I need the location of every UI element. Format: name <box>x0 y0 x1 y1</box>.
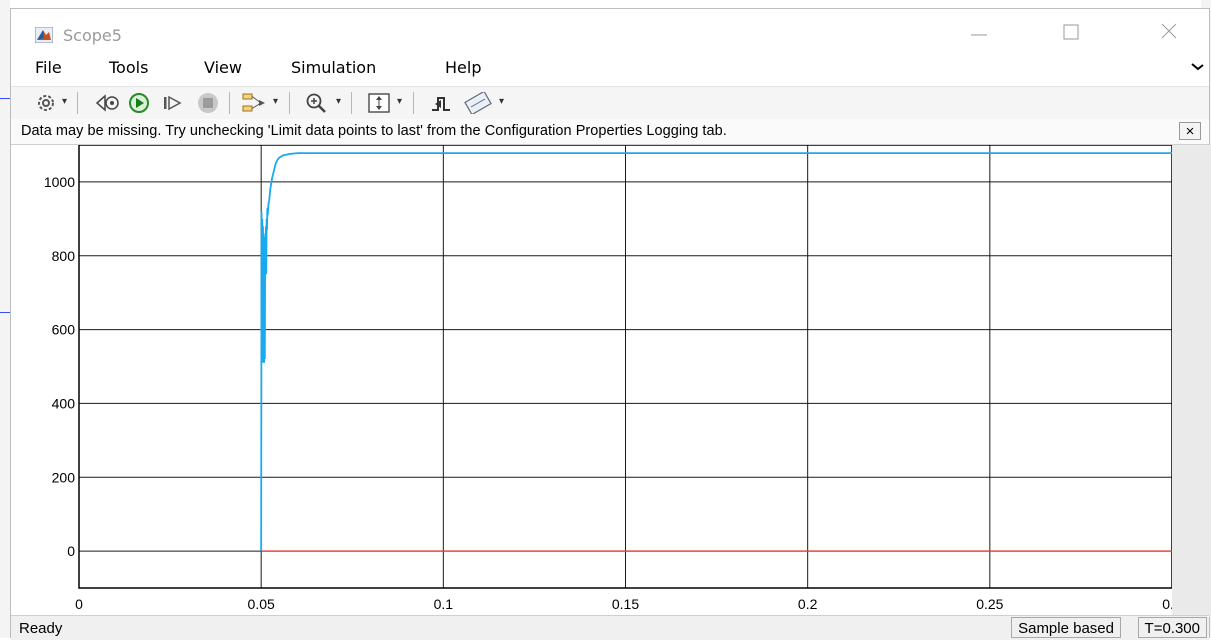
y-tick-label: 400 <box>52 395 76 411</box>
scope-window: Scope5 File Tools View Simulation Help ▾ <box>10 8 1211 640</box>
zoom-dropdown-caret[interactable]: ▾ <box>336 96 341 107</box>
warning-close-button[interactable]: × <box>1179 122 1201 140</box>
background-wire <box>0 312 10 313</box>
status-time: T=0.300 <box>1137 617 1207 638</box>
maximize-button[interactable] <box>1051 19 1091 45</box>
y-tick-label: 200 <box>52 469 76 485</box>
signal-select-icon[interactable] <box>241 92 267 114</box>
settings-dropdown-caret[interactable]: ▾ <box>62 96 67 107</box>
close-window-button[interactable] <box>1149 19 1189 45</box>
step-forward-icon[interactable] <box>161 92 185 114</box>
menu-overflow-arrow-icon[interactable] <box>1191 62 1205 72</box>
menu-bar: File Tools View Simulation Help <box>11 54 1209 82</box>
y-tick-label: 0 <box>67 543 75 559</box>
window-title: Scope5 <box>63 26 122 45</box>
background-edge-left <box>0 0 10 638</box>
toolbar-separator <box>413 92 414 114</box>
warning-bar: Data may be missing. Try unchecking 'Lim… <box>11 119 1209 145</box>
minimize-button[interactable] <box>959 19 999 45</box>
toolbar-separator <box>289 92 290 114</box>
x-tick-label: 0.25 <box>976 596 1003 612</box>
y-tick-label: 600 <box>52 322 76 338</box>
x-tick-label: 0.2 <box>798 596 818 612</box>
status-ready: Ready <box>19 620 63 637</box>
scope-plot[interactable]: 0200400600800100000.050.10.150.20.250.3 <box>11 145 1211 617</box>
run-icon[interactable] <box>127 92 151 114</box>
title-bar: Scope5 <box>11 9 1209 49</box>
menu-help[interactable]: Help <box>445 58 481 77</box>
menu-file[interactable]: File <box>35 58 62 77</box>
background-wire <box>0 98 10 99</box>
y-tick-label: 1000 <box>44 174 75 190</box>
toolbar: ▾ ▾ ▾ ▾ ▾ <box>11 86 1209 120</box>
matlab-logo-icon <box>35 27 53 43</box>
toolbar-separator <box>77 92 78 114</box>
autoscale-icon[interactable] <box>367 92 391 114</box>
measurement-icon[interactable] <box>463 92 493 114</box>
status-bar: Ready Sample based T=0.300 <box>11 615 1209 640</box>
x-tick-label: 0 <box>75 596 83 612</box>
x-tick-label: 0.15 <box>612 596 639 612</box>
autoscale-dropdown-caret[interactable]: ▾ <box>397 96 402 107</box>
menu-tools[interactable]: Tools <box>109 58 148 77</box>
measurement-dropdown-caret[interactable]: ▾ <box>499 96 504 107</box>
trigger-icon[interactable] <box>429 92 453 114</box>
step-back-icon[interactable] <box>95 92 121 114</box>
menu-simulation[interactable]: Simulation <box>291 58 376 77</box>
stop-icon[interactable] <box>195 92 221 114</box>
y-tick-label: 800 <box>52 248 76 264</box>
plot-right-gutter <box>1172 145 1211 617</box>
toolbar-separator <box>229 92 230 114</box>
warning-message: Data may be missing. Try unchecking 'Lim… <box>21 123 727 139</box>
zoom-icon[interactable] <box>305 92 329 114</box>
x-tick-label: 0.05 <box>248 596 275 612</box>
menu-view[interactable]: View <box>204 58 242 77</box>
toolbar-separator <box>351 92 352 114</box>
signal-select-dropdown-caret[interactable]: ▾ <box>273 96 278 107</box>
gear-icon[interactable] <box>35 92 57 114</box>
x-tick-label: 0.1 <box>434 596 454 612</box>
status-sample-mode: Sample based <box>1011 617 1121 638</box>
